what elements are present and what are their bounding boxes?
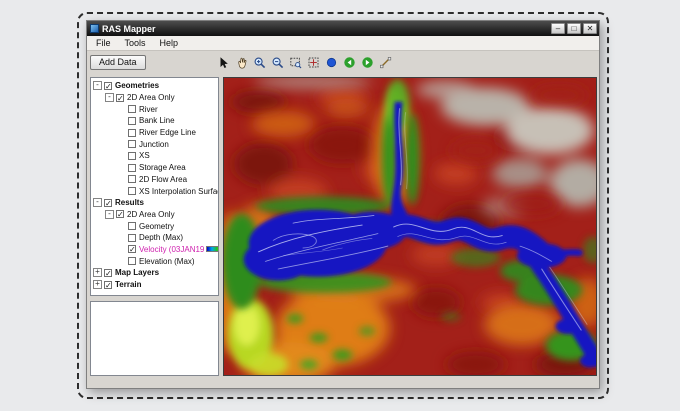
tree-item[interactable]: + ✓ Terrain: [93, 279, 218, 291]
left-column: - ✓ Geometries - ✓ 2D Area Only River Bank Line…: [90, 77, 219, 376]
menu-item-tools[interactable]: Tools: [118, 37, 153, 50]
tree-item[interactable]: River Edge Line: [117, 127, 218, 139]
title-bar[interactable]: RAS Mapper – □ ✕: [87, 21, 599, 36]
layer-label: River: [139, 104, 158, 114]
previous-view-icon[interactable]: [342, 55, 358, 70]
maximize-button[interactable]: □: [567, 23, 581, 34]
layer-label: River Edge Line: [139, 128, 196, 138]
zoom-window-icon[interactable]: [288, 55, 304, 70]
layer-checkbox[interactable]: [128, 140, 136, 149]
layer-checkbox[interactable]: [128, 128, 136, 137]
tree-item[interactable]: + ✓ Map Layers: [93, 267, 218, 279]
layer-checkbox[interactable]: [128, 151, 136, 160]
layer-checkbox[interactable]: [128, 222, 136, 231]
menu-item-help[interactable]: Help: [153, 37, 186, 50]
tree-item[interactable]: - ✓ 2D Area Only: [105, 209, 218, 221]
layer-label: 2D Area Only: [127, 209, 175, 219]
layer-label: Elevation (Max): [139, 256, 195, 266]
layer-checkbox[interactable]: ✓: [104, 268, 112, 277]
tree-item[interactable]: Bank Line: [117, 115, 218, 127]
toolbar-icon-group: [216, 55, 394, 70]
collapse-icon[interactable]: -: [93, 81, 102, 91]
layer-checkbox[interactable]: [128, 163, 136, 172]
layer-label: Velocity (03JAN19: [139, 244, 205, 254]
content-area: - ✓ Geometries - ✓ 2D Area Only River Bank Line…: [87, 75, 599, 376]
zoom-extent-icon[interactable]: [306, 55, 322, 70]
app-icon: [90, 24, 99, 33]
pan-hand-icon[interactable]: [234, 55, 250, 70]
tree-item[interactable]: River: [117, 103, 218, 115]
tree-item[interactable]: - ✓ 2D Area Only: [105, 92, 218, 104]
tree-item[interactable]: Geometry: [117, 220, 218, 232]
velocity-color-ramp: [206, 246, 218, 253]
layer-label: Results: [115, 198, 144, 208]
layer-label: Map Layers: [115, 268, 160, 278]
layer-label: Storage Area: [139, 163, 186, 173]
zoom-out-icon[interactable]: [270, 55, 286, 70]
map-canvas[interactable]: [223, 77, 597, 376]
layer-tree-panel: - ✓ Geometries - ✓ 2D Area Only River Bank Line…: [90, 77, 219, 296]
map-image: [224, 78, 596, 375]
measure-icon[interactable]: [378, 55, 394, 70]
layer-checkbox[interactable]: [128, 257, 136, 266]
select-cursor-icon[interactable]: [216, 55, 232, 70]
tree-item[interactable]: Depth (Max): [117, 232, 218, 244]
tree-item[interactable]: - ✓ Results: [93, 197, 218, 209]
layer-label: XS: [139, 151, 150, 161]
layer-checkbox[interactable]: ✓: [104, 198, 112, 207]
tree-item[interactable]: XS: [117, 150, 218, 162]
layer-label: Terrain: [115, 280, 142, 290]
expand-icon[interactable]: +: [93, 268, 102, 278]
tree-item[interactable]: XS Interpolation Surface: [117, 185, 218, 197]
toolbar: Add Data: [87, 51, 599, 75]
layer-label: Junction: [139, 139, 169, 149]
layer-label: 2D Flow Area: [139, 174, 188, 184]
layer-checkbox[interactable]: ✓: [128, 245, 136, 254]
zoom-in-icon[interactable]: [252, 55, 268, 70]
layer-label: XS Interpolation Surface: [139, 186, 219, 196]
status-bar: [87, 376, 599, 388]
menu-bar: File Tools Help: [87, 36, 599, 51]
info-panel: [90, 301, 219, 376]
collapse-icon[interactable]: -: [105, 93, 114, 103]
point-marker-icon[interactable]: [324, 55, 340, 70]
expand-icon[interactable]: +: [93, 280, 102, 290]
layer-checkbox[interactable]: [128, 175, 136, 184]
layer-label: Bank Line: [139, 116, 175, 126]
collapse-icon[interactable]: -: [93, 198, 102, 208]
tree-item[interactable]: ✓ Velocity (03JAN19: [117, 244, 218, 256]
layer-checkbox[interactable]: ✓: [116, 210, 124, 219]
layer-checkbox[interactable]: [128, 233, 136, 242]
minimize-button[interactable]: –: [551, 23, 565, 34]
add-data-button[interactable]: Add Data: [90, 55, 146, 70]
close-button[interactable]: ✕: [583, 23, 597, 34]
collapse-icon[interactable]: -: [105, 209, 114, 219]
menu-item-file[interactable]: File: [89, 37, 118, 50]
tree-item[interactable]: Storage Area: [117, 162, 218, 174]
tree-item[interactable]: Elevation (Max): [117, 255, 218, 267]
layer-label: 2D Area Only: [127, 93, 175, 103]
layer-checkbox[interactable]: [128, 116, 136, 125]
tree-item[interactable]: Junction: [117, 138, 218, 150]
layer-checkbox[interactable]: [128, 105, 136, 114]
layer-checkbox[interactable]: [128, 187, 136, 196]
tree-item[interactable]: - ✓ Geometries: [93, 80, 218, 92]
layer-label: Geometries: [115, 81, 160, 91]
app-window: RAS Mapper – □ ✕ File Tools Help Add Dat…: [86, 20, 600, 389]
layer-label: Geometry: [139, 221, 175, 231]
layer-checkbox[interactable]: ✓: [116, 93, 124, 102]
layer-tree: - ✓ Geometries - ✓ 2D Area Only River Bank Line…: [91, 78, 218, 290]
window-title: RAS Mapper: [102, 23, 156, 34]
layer-checkbox[interactable]: ✓: [104, 81, 112, 90]
layer-checkbox[interactable]: ✓: [104, 280, 112, 289]
next-view-icon[interactable]: [360, 55, 376, 70]
layer-label: Depth (Max): [139, 233, 184, 243]
tree-item[interactable]: 2D Flow Area: [117, 174, 218, 186]
